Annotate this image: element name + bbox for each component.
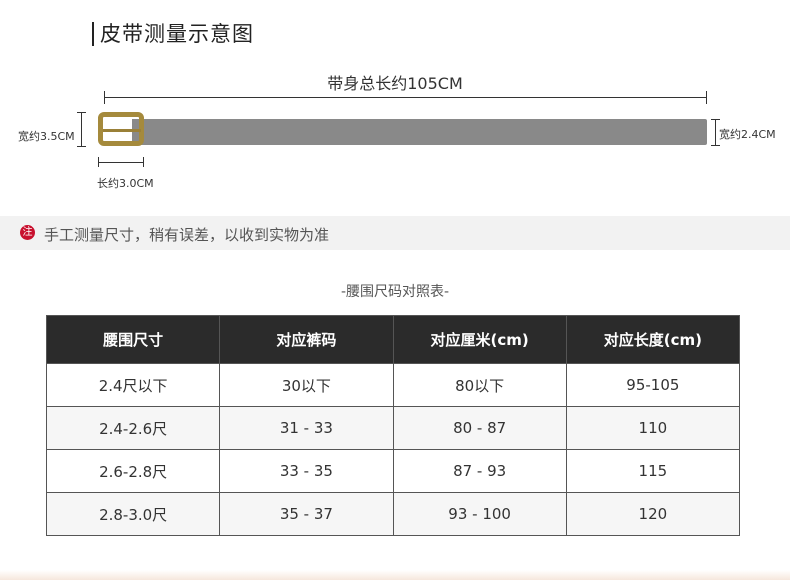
- bottom-decorative-strip: [0, 570, 790, 580]
- table-cell: 2.4尺以下: [45, 363, 221, 407]
- table-header-row: 腰围尺寸 对应裤码 对应厘米(cm) 对应长度(cm): [45, 315, 741, 364]
- size-table-title: -腰围尺码对照表-: [340, 284, 450, 300]
- table-cell: 120: [565, 492, 741, 536]
- buckle-pin: [103, 129, 141, 132]
- table-cell: 2.4-2.6尺: [45, 406, 221, 450]
- table-cell: 31 - 33: [219, 406, 394, 450]
- table-header-cell: 对应裤码: [219, 315, 394, 364]
- buckle-length-cap-left: [98, 157, 99, 167]
- buckle-length-label: 长约3.0CM: [97, 177, 154, 190]
- page-title: 皮带测量示意图: [100, 22, 254, 46]
- table-cell: 2.6-2.8尺: [45, 449, 221, 493]
- table-cell: 87 - 93: [392, 449, 567, 493]
- table-row: 2.6-2.8尺 33 - 35 87 - 93 115: [45, 449, 741, 493]
- table-cell: 115: [565, 449, 741, 493]
- table-header-cell: 对应厘米(cm): [392, 315, 567, 364]
- table-cell: 93 - 100: [392, 492, 567, 536]
- table-cell: 95-105: [565, 363, 741, 407]
- total-length-label: 带身总长约105CM: [327, 74, 463, 93]
- table-cell: 30以下: [219, 363, 394, 407]
- table-cell: 35 - 37: [219, 492, 394, 536]
- buckle-width-cap-bottom: [77, 146, 86, 147]
- buckle-width-label: 宽约3.5CM: [18, 130, 75, 143]
- table-cell: 33 - 35: [219, 449, 394, 493]
- dimension-tick-left: [104, 91, 105, 104]
- table-header-cell: 对应长度(cm): [565, 315, 741, 364]
- note-text: 手工测量尺寸，稍有误差，以收到实物为准: [44, 226, 330, 244]
- buckle-length-cap-right: [143, 157, 144, 167]
- strap-width-label: 宽约2.4CM: [719, 128, 776, 141]
- strap-width-cap-top: [711, 119, 720, 120]
- table-cell: 80 - 87: [392, 406, 567, 450]
- table-cell: 110: [565, 406, 741, 450]
- title-accent-bar: [92, 22, 94, 46]
- buckle-length-dimension-line: [98, 162, 144, 163]
- buckle-width-dimension-line: [81, 112, 82, 146]
- buckle-width-cap-top: [77, 112, 86, 113]
- size-table: 腰围尺寸 对应裤码 对应厘米(cm) 对应长度(cm) 2.4尺以下 30以下 …: [45, 315, 741, 536]
- strap-width-dimension-line: [715, 119, 716, 145]
- table-row: 2.4尺以下 30以下 80以下 95-105: [45, 363, 741, 407]
- table-row: 2.4-2.6尺 31 - 33 80 - 87 110: [45, 406, 741, 450]
- belt-strap: [132, 119, 707, 145]
- table-cell: 2.8-3.0尺: [45, 492, 221, 536]
- strap-width-cap-bottom: [711, 145, 720, 146]
- table-header-cell: 腰围尺寸: [45, 315, 221, 364]
- total-length-dimension-line: [104, 97, 707, 98]
- table-cell: 80以下: [392, 363, 567, 407]
- dimension-tick-right: [706, 91, 707, 104]
- note-badge-icon: 注: [20, 225, 35, 240]
- table-row: 2.8-3.0尺 35 - 37 93 - 100 120: [45, 492, 741, 536]
